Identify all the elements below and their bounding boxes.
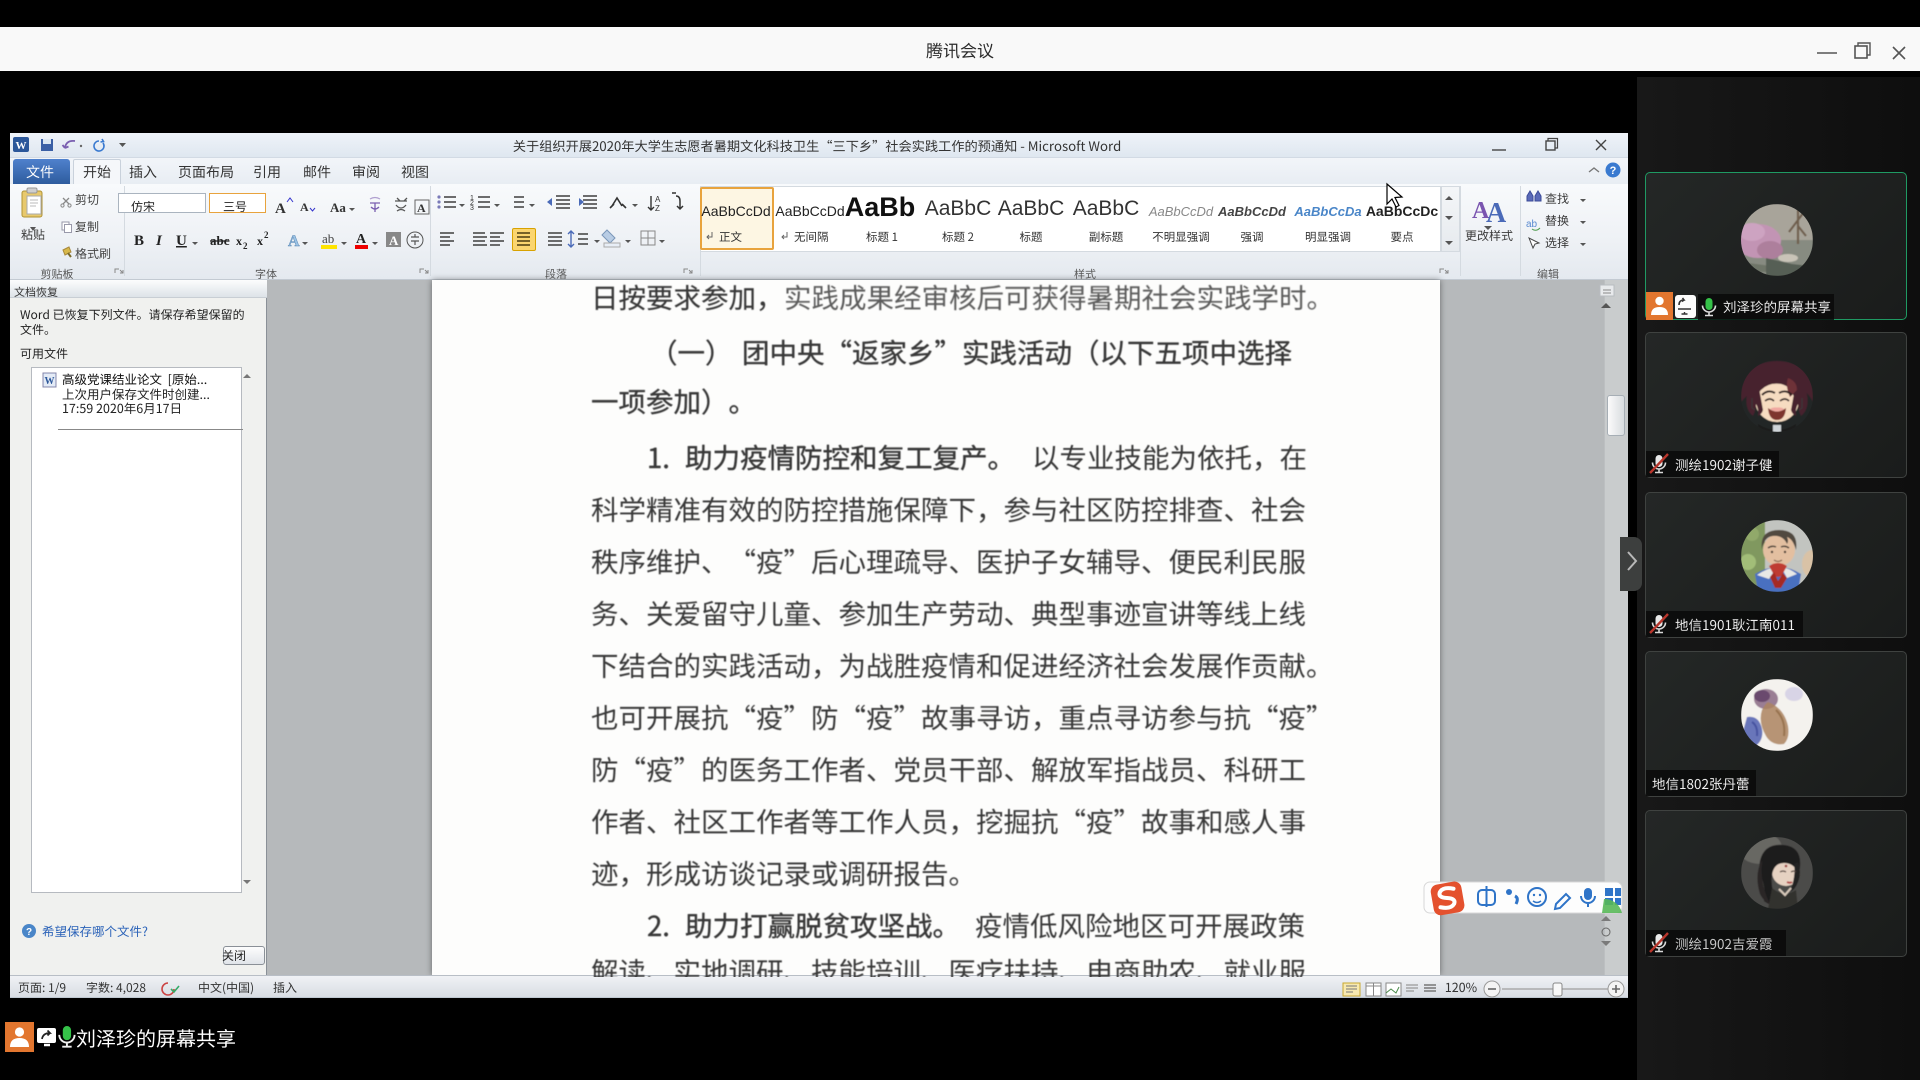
svg-text:A: A (389, 233, 399, 248)
svg-text:3: 3 (470, 205, 474, 212)
svg-text:W: W (45, 376, 55, 387)
svg-text:W: W (16, 140, 27, 152)
svg-text:A: A (417, 201, 426, 215)
svg-text:A: A (356, 232, 367, 247)
svg-text:A: A (275, 201, 286, 217)
svg-text:U: U (176, 233, 187, 249)
svg-text:ab: ab (322, 231, 334, 246)
svg-text:A: A (288, 233, 300, 250)
svg-text:B: B (134, 233, 144, 249)
svg-text:I: I (155, 233, 163, 249)
svg-text:Aa: Aa (330, 200, 346, 215)
svg-text:A: A (655, 195, 661, 204)
svg-text:Z: Z (655, 204, 660, 213)
svg-text:2: 2 (243, 241, 248, 251)
svg-text:abc: abc (210, 233, 230, 248)
svg-text:x: x (236, 234, 242, 248)
svg-text:?: ? (26, 927, 32, 938)
svg-text:2: 2 (264, 230, 269, 240)
svg-text:ab: ab (1526, 219, 1538, 230)
svg-text:A: A (300, 200, 309, 214)
svg-text:?: ? (1610, 165, 1617, 177)
svg-text:A: A (1486, 198, 1507, 229)
svg-text:x: x (257, 234, 263, 248)
